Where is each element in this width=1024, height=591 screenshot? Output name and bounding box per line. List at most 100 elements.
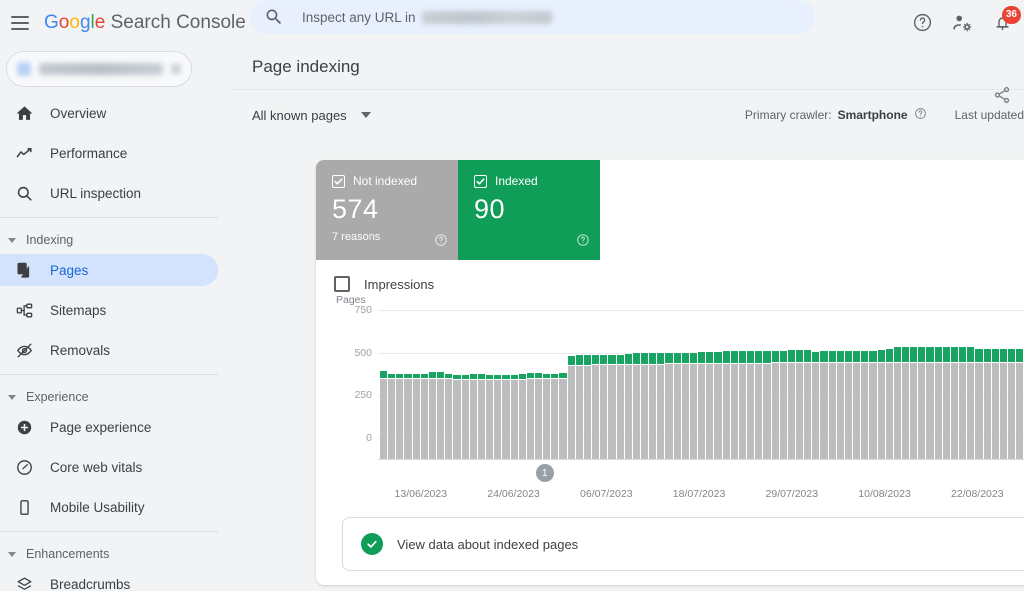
- chart-bar[interactable]: [918, 346, 926, 460]
- sidebar-item-page-experience[interactable]: Page experience: [0, 411, 218, 443]
- chart-bar[interactable]: [934, 346, 942, 460]
- chart-bar[interactable]: [657, 353, 665, 460]
- chart-bar[interactable]: [396, 373, 404, 460]
- help-circle-icon[interactable]: [434, 233, 448, 252]
- chart-bar[interactable]: [942, 346, 950, 460]
- checkbox-unchecked-icon[interactable]: [334, 276, 350, 292]
- chart-bar[interactable]: [600, 354, 608, 460]
- chart-bar[interactable]: [641, 353, 649, 460]
- sidebar-item-removals[interactable]: Removals: [0, 334, 218, 366]
- chart-bar[interactable]: [893, 346, 901, 460]
- chart-annotation-marker[interactable]: 1: [535, 464, 554, 482]
- chart-bar[interactable]: [380, 371, 388, 460]
- chart-bar[interactable]: [950, 347, 959, 460]
- chart-bar[interactable]: [420, 373, 428, 460]
- chart-bar[interactable]: [567, 355, 575, 460]
- chart-bar[interactable]: [608, 354, 616, 460]
- chart-bar[interactable]: [534, 373, 543, 460]
- chart-bar[interactable]: [510, 374, 518, 460]
- chart-bar[interactable]: [502, 374, 510, 460]
- account-settings-icon[interactable]: [948, 9, 976, 37]
- property-selector[interactable]: [6, 51, 192, 87]
- chart-bar[interactable]: [412, 373, 420, 460]
- chart-bar[interactable]: [1016, 349, 1024, 460]
- chart-bar[interactable]: [689, 352, 698, 460]
- chart-bar[interactable]: [575, 355, 583, 460]
- sidebar-item-performance[interactable]: Performance: [0, 137, 218, 169]
- chart-bar[interactable]: [787, 350, 795, 460]
- sidebar-section-experience[interactable]: Experience: [0, 383, 232, 411]
- chart-bar[interactable]: [771, 350, 779, 460]
- sidebar-item-core-web-vitals[interactable]: Core web vitals: [0, 451, 218, 483]
- chart-bar[interactable]: [1008, 349, 1016, 460]
- chart-bar[interactable]: [543, 373, 551, 460]
- help-circle-icon[interactable]: [908, 9, 936, 37]
- chart-bar[interactable]: [616, 354, 624, 460]
- chart-bar[interactable]: [551, 373, 559, 460]
- tab-not-indexed[interactable]: Not indexed 574 7 reasons: [316, 160, 458, 260]
- checkbox-checked-icon[interactable]: [332, 174, 345, 188]
- chart-bar[interactable]: [730, 351, 738, 460]
- chart-bar[interactable]: [706, 351, 714, 460]
- chart-bar[interactable]: [698, 351, 706, 460]
- chart-bar[interactable]: [967, 347, 975, 460]
- help-circle-icon[interactable]: [576, 233, 590, 252]
- chart-bar[interactable]: [632, 353, 640, 460]
- chart-bar[interactable]: [673, 353, 681, 460]
- chart-bar[interactable]: [649, 353, 657, 460]
- chart-bar[interactable]: [910, 346, 918, 460]
- chart-bar[interactable]: [445, 373, 453, 460]
- chart-bar[interactable]: [812, 351, 820, 460]
- chart-bar[interactable]: [820, 351, 828, 460]
- chart-bar[interactable]: [828, 351, 836, 460]
- chart-bar[interactable]: [486, 375, 494, 460]
- sidebar-item-url-inspection[interactable]: URL inspection: [0, 177, 218, 209]
- chart-bar[interactable]: [804, 350, 812, 460]
- chart-bar[interactable]: [388, 373, 396, 460]
- chart-bar[interactable]: [665, 352, 673, 460]
- chart-bar[interactable]: [747, 351, 755, 460]
- chart-bar[interactable]: [583, 355, 592, 460]
- search-input[interactable]: Inspect any URL in: [250, 0, 815, 34]
- share-icon[interactable]: [992, 85, 1012, 105]
- sidebar-item-breadcrumbs[interactable]: Breadcrumbs: [0, 568, 218, 591]
- chart-bar[interactable]: [991, 349, 999, 460]
- page-filter-dropdown[interactable]: All known pages: [252, 108, 371, 123]
- chart-bar[interactable]: [999, 349, 1008, 460]
- view-indexed-pages-row[interactable]: View data about indexed pages: [342, 517, 1024, 571]
- chart-bar[interactable]: [926, 346, 934, 460]
- chart-bar[interactable]: [469, 374, 477, 460]
- sidebar-item-sitemaps[interactable]: Sitemaps: [0, 294, 218, 326]
- chart-bar[interactable]: [518, 373, 526, 460]
- hamburger-icon[interactable]: [8, 11, 32, 35]
- chart-bar[interactable]: [836, 351, 844, 460]
- chart-bar[interactable]: [681, 353, 689, 460]
- chart-bar[interactable]: [779, 350, 787, 460]
- chart-bar[interactable]: [738, 351, 747, 460]
- chart-bar[interactable]: [722, 351, 730, 460]
- sidebar-item-pages[interactable]: Pages: [0, 254, 218, 286]
- chart-bar[interactable]: [853, 351, 861, 460]
- chart-bar[interactable]: [453, 374, 461, 460]
- chart-bar[interactable]: [983, 349, 991, 460]
- impressions-toggle[interactable]: Impressions: [334, 276, 1024, 292]
- chart-bar[interactable]: [526, 373, 534, 460]
- chart-bar[interactable]: [877, 349, 885, 460]
- chart-bar[interactable]: [844, 351, 853, 460]
- sidebar-section-enhancements[interactable]: Enhancements: [0, 540, 232, 568]
- chart-bar[interactable]: [763, 350, 771, 460]
- chart-bar[interactable]: [477, 374, 486, 460]
- sidebar-section-indexing[interactable]: Indexing: [0, 226, 232, 254]
- chart-bar[interactable]: [861, 350, 869, 460]
- chart-bar[interactable]: [494, 375, 502, 460]
- sidebar-item-mobile-usability[interactable]: Mobile Usability: [0, 491, 218, 523]
- sidebar-item-overview[interactable]: Overview: [0, 97, 218, 129]
- chart-bar[interactable]: [592, 354, 600, 460]
- checkbox-checked-icon[interactable]: [474, 174, 487, 188]
- bell-icon[interactable]: 36: [988, 5, 1021, 37]
- chart-bar[interactable]: [902, 346, 910, 460]
- chart-bar[interactable]: [404, 373, 412, 460]
- chart-bar[interactable]: [559, 373, 567, 460]
- chart-bar[interactable]: [755, 350, 763, 460]
- chart-bar[interactable]: [624, 353, 632, 460]
